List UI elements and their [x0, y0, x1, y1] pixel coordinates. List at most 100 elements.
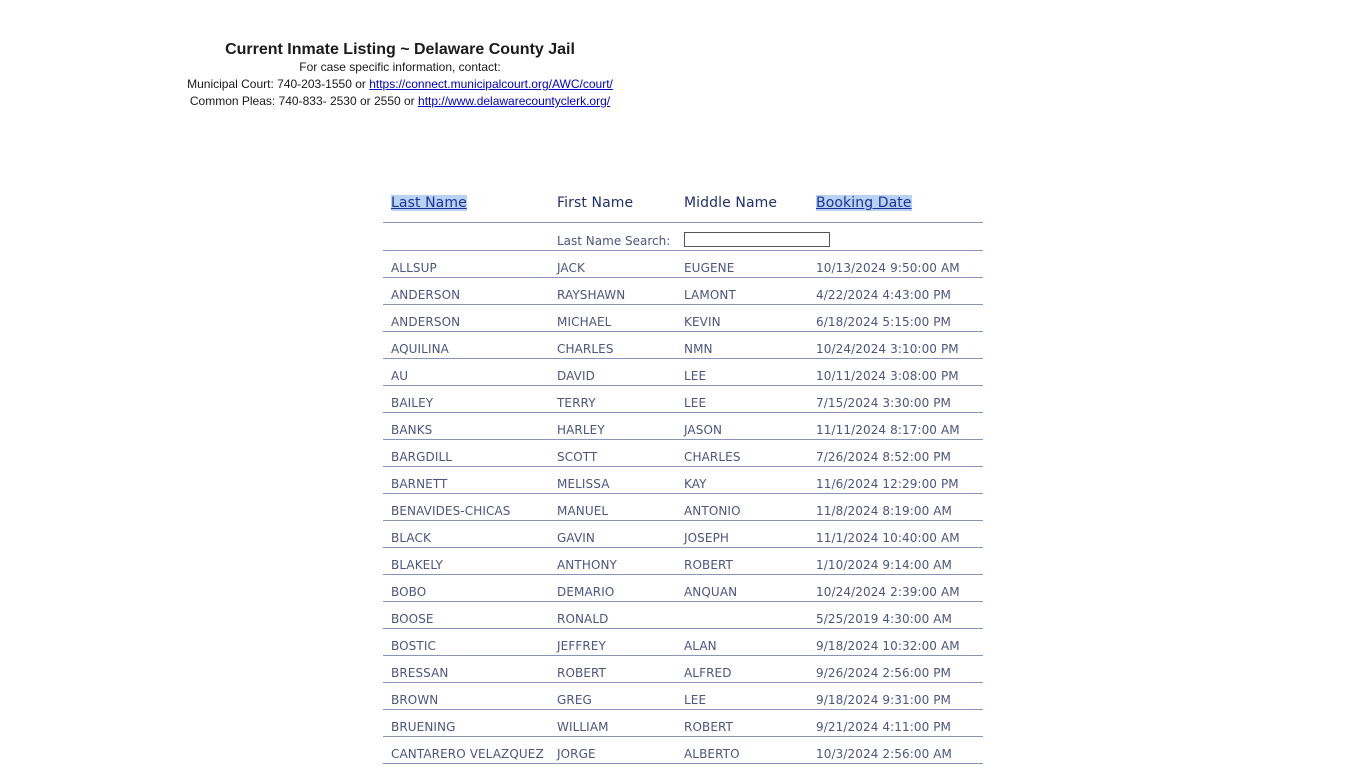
first-name-cell: JEFFREY [557, 639, 606, 653]
common-pleas-phone: Common Pleas: 740-833- 2530 or 2550 or [189, 94, 419, 108]
booking-date-cell: 11/1/2024 10:40:00 AM [816, 531, 960, 545]
table-row: BOSTIC JEFFREY ALAN 9/18/2024 10:32:00 AM [383, 629, 983, 656]
last-name-cell: BOSTIC [391, 639, 436, 653]
middle-name-cell: NMN [684, 342, 713, 356]
table-row: BARGDILL SCOTT CHARLES 7/26/2024 8:52:00 PM [383, 440, 983, 467]
last-name-cell: BENAVIDES-CHICAS [391, 504, 511, 518]
middle-name-header: Middle Name [684, 195, 778, 211]
last-name-cell: CANTARERO VELAZQUEZ [391, 747, 544, 761]
last-name-cell: BAILEY [391, 396, 434, 410]
middle-name-cell: ROBERT [684, 558, 733, 572]
first-name-cell: WILLIAM [557, 720, 609, 734]
first-name-cell: JORGE [557, 747, 596, 761]
first-name-header: First Name [557, 195, 634, 211]
first-name-cell: MICHAEL [557, 315, 612, 329]
middle-name-cell: JASON [684, 423, 723, 437]
sort-last-name-link[interactable]: Last Name [391, 195, 467, 211]
last-name-cell: ANDERSON [391, 315, 461, 329]
last-name-cell: BLACK [391, 531, 431, 545]
table-row: BRESSAN ROBERT ALFRED 9/26/2024 2:56:00 PM [383, 656, 983, 683]
booking-date-cell: 6/18/2024 5:15:00 PM [816, 315, 952, 329]
booking-date-cell: 9/18/2024 9:31:00 PM [816, 693, 952, 707]
common-pleas-contact: Common Pleas: 740-833- 2530 or 2550 or h… [150, 93, 650, 110]
first-name-cell: SCOTT [557, 450, 598, 464]
last-name-cell: BANKS [391, 423, 433, 437]
booking-date-cell: 7/26/2024 8:52:00 PM [816, 450, 952, 464]
middle-name-cell: ALFRED [684, 666, 732, 680]
table-row: BENAVIDES-CHICAS MANUEL ANTONIO 11/8/2024 8… [383, 494, 983, 521]
middle-name-cell: LAMONT [684, 288, 736, 302]
first-name-cell: MANUEL [557, 504, 609, 518]
table-row: ANDERSON MICHAEL KEVIN 6/18/2024 5:15:00 PM [383, 305, 983, 332]
page-title: Current Inmate Listing ~ Delaware County… [225, 41, 575, 58]
middle-name-cell: LEE [684, 369, 707, 383]
table-row: BLACK GAVIN JOSEPH 11/1/2024 10:40:00 AM [383, 521, 983, 548]
last-name-cell: BRUENING [391, 720, 456, 734]
middle-name-cell: KEVIN [684, 315, 721, 329]
last-name-cell: ANDERSON [391, 288, 461, 302]
first-name-cell: ROBERT [557, 666, 606, 680]
first-name-cell: CHARLES [557, 342, 614, 356]
first-name-cell: HARLEY [557, 423, 605, 437]
municipal-court-phone: Municipal Court: 740-203-1550 or [187, 77, 370, 91]
common-pleas-link[interactable]: http://www.delawarecountyclerk.org/ [418, 94, 610, 108]
booking-date-cell: 5/25/2019 4:30:00 AM [816, 612, 952, 626]
first-name-cell: TERRY [557, 396, 596, 410]
booking-date-cell: 9/26/2024 2:56:00 PM [816, 666, 952, 680]
table-body: ALLSUP JACK EUGENE 10/13/2024 9:50:00 AM AND… [383, 251, 983, 764]
booking-date-cell: 9/18/2024 10:32:00 AM [816, 639, 960, 653]
last-name-search-label: Last Name Search: [557, 234, 671, 248]
middle-name-cell: LEE [684, 693, 707, 707]
booking-date-cell: 7/15/2024 3:30:00 PM [816, 396, 952, 410]
booking-date-cell: 10/13/2024 9:50:00 AM [816, 261, 960, 275]
sort-booking-date-link[interactable]: Booking Date [816, 195, 912, 211]
middle-name-cell: LEE [684, 396, 707, 410]
table-row: ANDERSON RAYSHAWN LAMONT 4/22/2024 4:43:00 … [383, 278, 983, 305]
page-header: Current Inmate Listing ~ Delaware County… [150, 40, 650, 110]
booking-date-cell: 10/24/2024 3:10:00 PM [816, 342, 959, 356]
last-name-cell: BLAKELY [391, 558, 443, 572]
table-row: ALLSUP JACK EUGENE 10/13/2024 9:50:00 AM [383, 251, 983, 278]
first-name-cell: GAVIN [557, 531, 595, 545]
middle-name-cell: EUGENE [684, 261, 735, 275]
first-name-cell: GREG [557, 693, 592, 707]
middle-name-cell: ANTONIO [684, 504, 741, 518]
municipal-court-contact: Municipal Court: 740-203-1550 or https:/… [150, 76, 650, 93]
booking-date-cell: 10/3/2024 2:56:00 AM [816, 747, 952, 761]
middle-name-cell: KAY [684, 477, 707, 491]
last-name-cell: BOBO [391, 585, 427, 599]
last-name-cell: BROWN [391, 693, 439, 707]
booking-date-cell: 10/11/2024 3:08:00 PM [816, 369, 959, 383]
first-name-cell: DAVID [557, 369, 595, 383]
booking-date-cell: 10/24/2024 2:39:00 AM [816, 585, 960, 599]
middle-name-cell: CHARLES [684, 450, 741, 464]
table-row: BAILEY TERRY LEE 7/15/2024 3:30:00 PM [383, 386, 983, 413]
middle-name-cell: ALBERTO [684, 747, 740, 761]
last-name-cell: ALLSUP [391, 261, 437, 275]
last-name-cell: AQUILINA [391, 342, 449, 356]
booking-date-cell: 4/22/2024 4:43:00 PM [816, 288, 952, 302]
municipal-court-link[interactable]: https://connect.municipalcourt.org/AWC/c… [369, 77, 613, 91]
first-name-cell: MELISSA [557, 477, 610, 491]
table-row: BARNETT MELISSA KAY 11/6/2024 12:29:00 PM [383, 467, 983, 494]
middle-name-cell: ANQUAN [684, 585, 738, 599]
booking-date-cell: 11/8/2024 8:19:00 AM [816, 504, 952, 518]
booking-date-cell: 11/11/2024 8:17:00 AM [816, 423, 960, 437]
last-name-cell: BARNETT [391, 477, 448, 491]
table-row: BANKS HARLEY JASON 11/11/2024 8:17:00 AM [383, 413, 983, 440]
inmate-listing-table: Last Name First Name Middle Name Booking… [383, 190, 983, 764]
middle-name-cell: JOSEPH [684, 531, 730, 545]
table-row: BRUENING WILLIAM ROBERT 9/21/2024 4:11:00 P… [383, 710, 983, 737]
table-row: BOOSE RONALD 5/25/2019 4:30:00 AM [383, 602, 983, 629]
middle-name-cell: ALAN [684, 639, 717, 653]
contact-intro: For case specific information, contact: [299, 60, 501, 74]
last-name-cell: BRESSAN [391, 666, 449, 680]
middle-name-cell: ROBERT [684, 720, 733, 734]
booking-date-cell: 11/6/2024 12:29:00 PM [816, 477, 959, 491]
first-name-cell: JACK [557, 261, 585, 275]
last-name-cell: BARGDILL [391, 450, 453, 464]
search-row: Last Name Search: [383, 223, 983, 251]
table-row: AU DAVID LEE 10/11/2024 3:08:00 PM [383, 359, 983, 386]
table-row: AQUILINA CHARLES NMN 10/24/2024 3:10:00 PM [383, 332, 983, 359]
last-name-search-input[interactable] [684, 232, 830, 247]
